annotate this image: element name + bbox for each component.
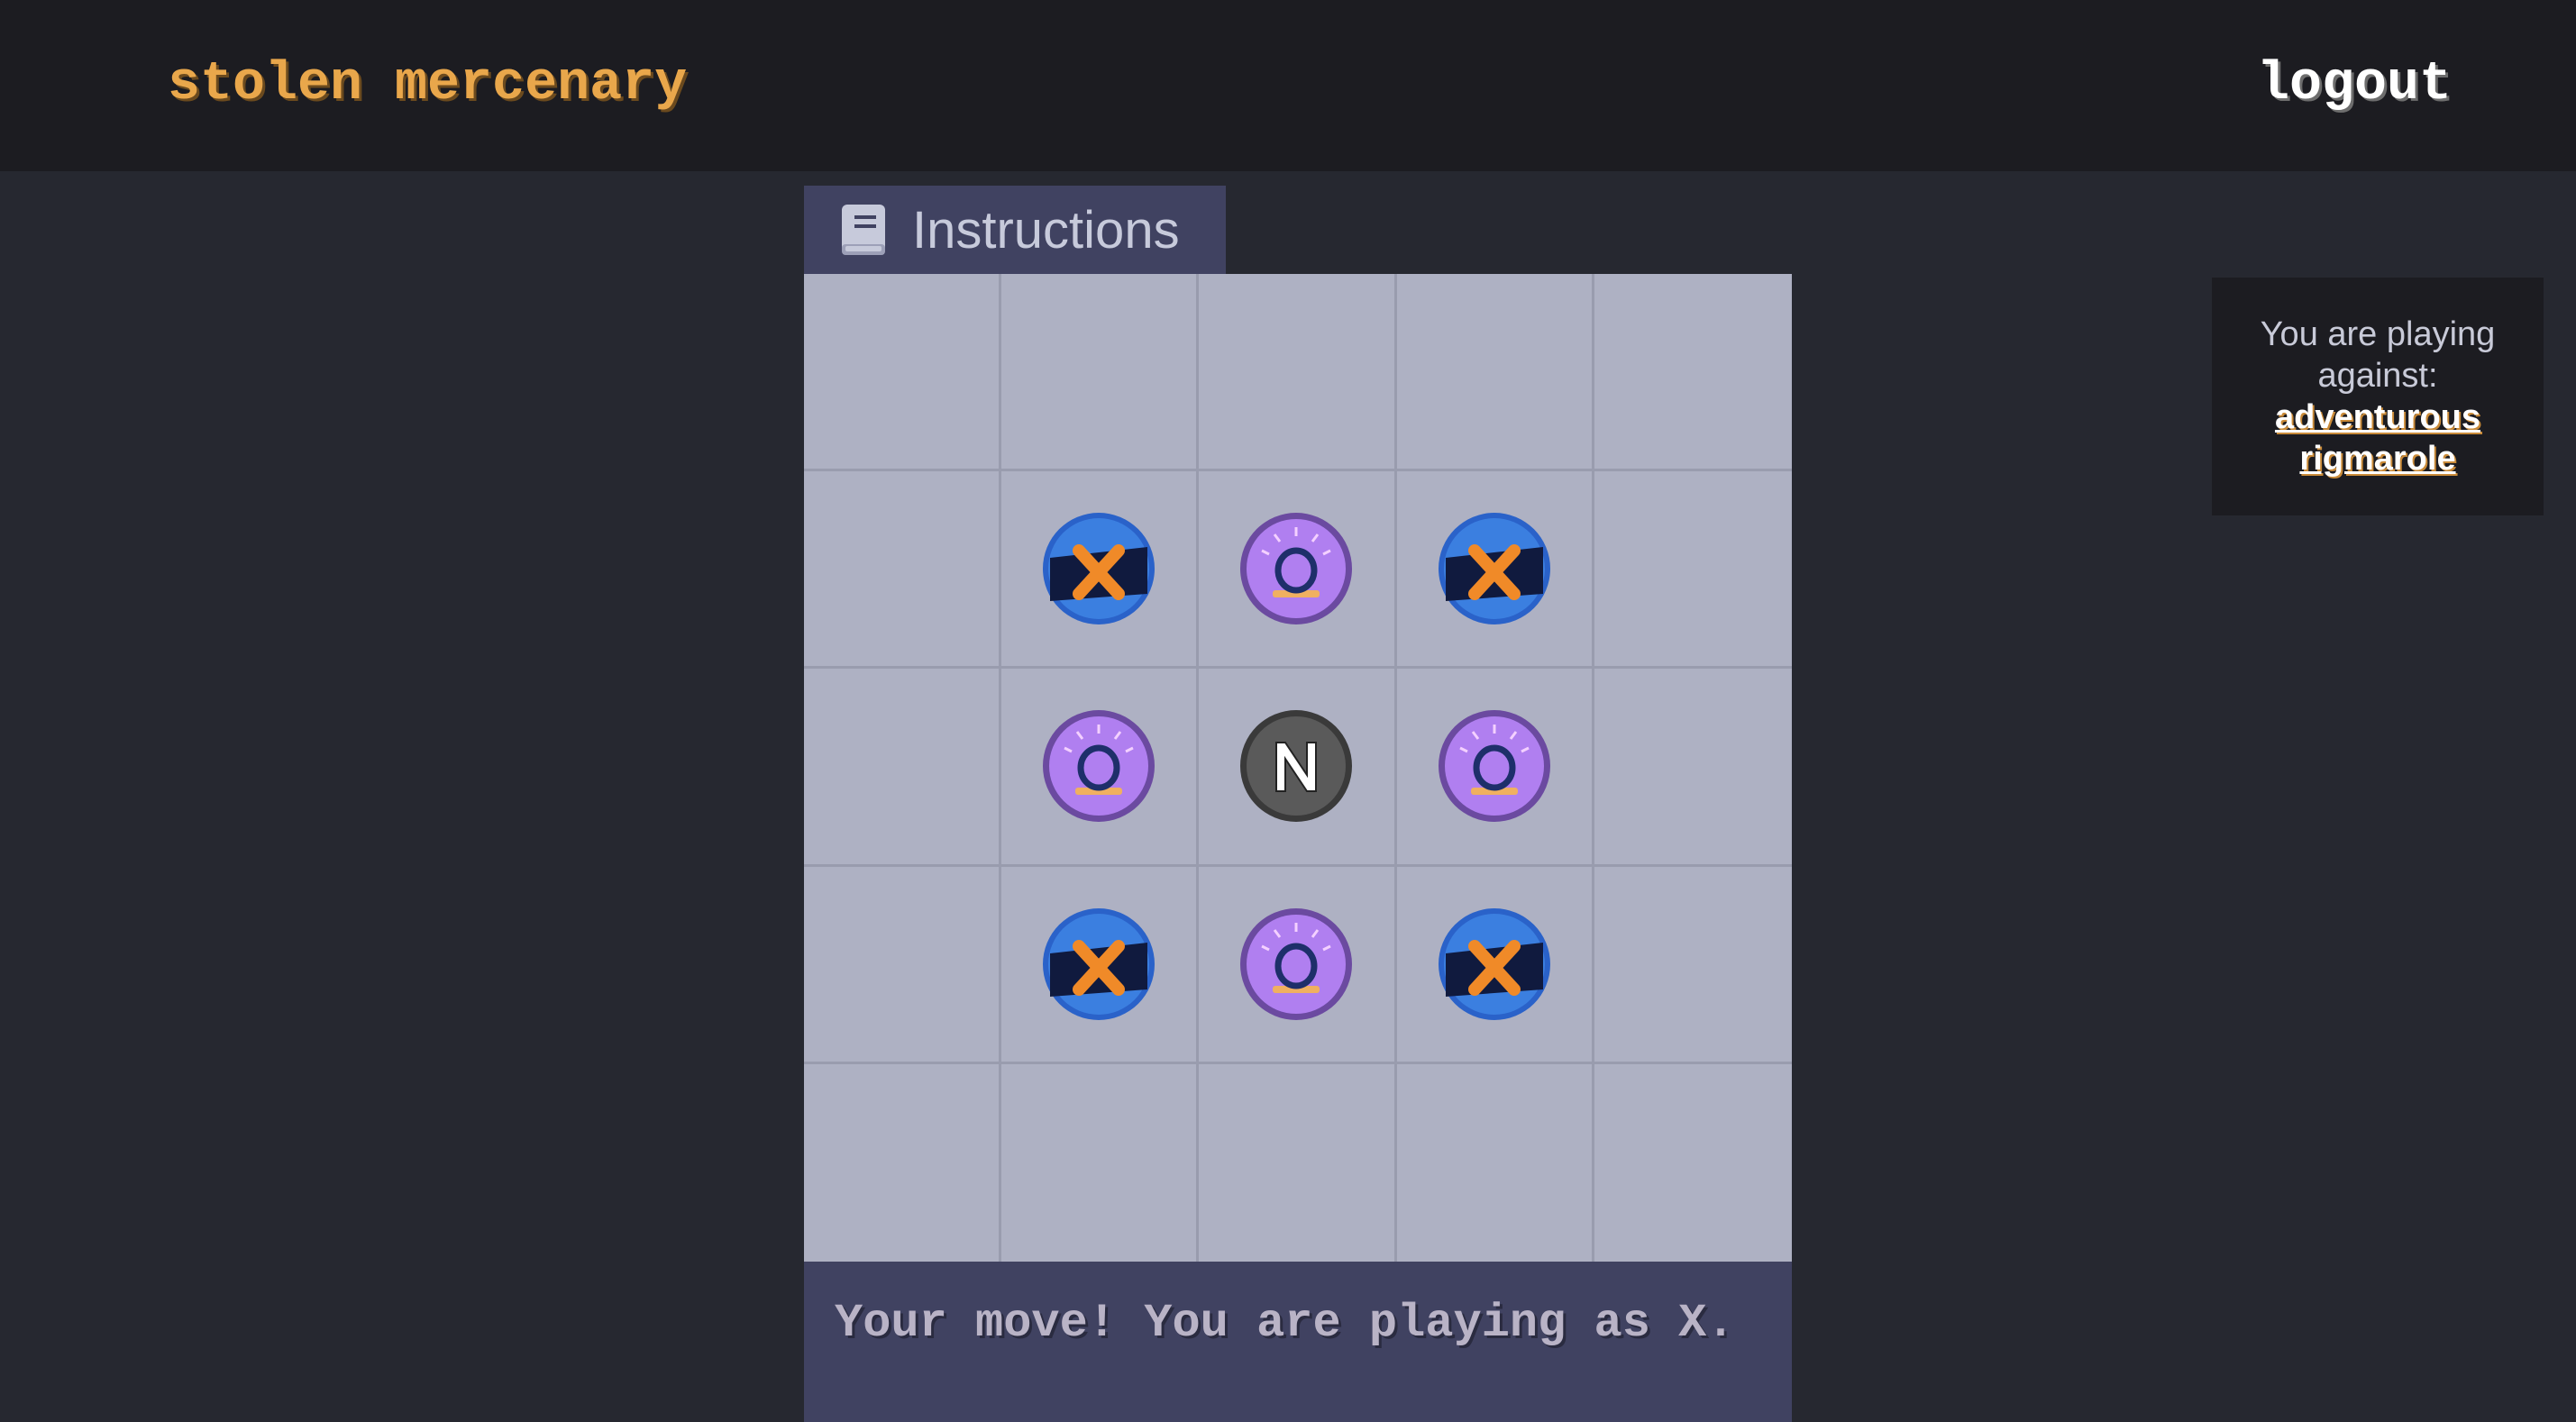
board-cell[interactable] <box>1396 274 1594 472</box>
board-cell[interactable] <box>1199 274 1397 472</box>
board-cell[interactable] <box>1594 1064 1792 1262</box>
board-cell[interactable] <box>804 274 1002 472</box>
board-cell[interactable] <box>804 471 1002 670</box>
x-bottlecap-icon <box>1043 513 1156 625</box>
board-cell[interactable] <box>1001 669 1200 867</box>
x-bottlecap-icon <box>1043 907 1156 1020</box>
logout-link[interactable]: logout <box>2257 54 2452 115</box>
game-board <box>804 274 1792 1262</box>
board-cell[interactable] <box>1594 669 1792 867</box>
opponent-label: You are playing against: <box>2260 315 2496 395</box>
board-cell[interactable] <box>1594 471 1792 670</box>
board-cell[interactable] <box>1199 471 1397 670</box>
board-cell[interactable] <box>1396 866 1594 1064</box>
o-bottlecap-icon <box>1043 710 1156 823</box>
board-cell[interactable] <box>1001 274 1200 472</box>
board-cell[interactable] <box>1001 1063 1200 1262</box>
book-icon <box>842 205 885 255</box>
board-cell[interactable] <box>1199 1063 1397 1262</box>
o-bottlecap-icon <box>1438 710 1550 823</box>
o-bottlecap-icon <box>1240 907 1353 1020</box>
top-bar: stolen mercenary logout <box>0 0 2576 171</box>
board-cell[interactable] <box>804 866 1002 1064</box>
board-cell[interactable] <box>804 669 1002 867</box>
board-cell[interactable] <box>1397 1063 1594 1262</box>
status-message: Your move! You are playing as X. <box>804 1262 1792 1422</box>
x-bottlecap-icon <box>1438 907 1550 1020</box>
instructions-label: Instructions <box>912 200 1180 260</box>
o-bottlecap-icon <box>1240 513 1353 625</box>
opponent-panel: You are playing against: adventurous rig… <box>2212 278 2544 515</box>
opponent-name-link[interactable]: adventurous rigmarole <box>2261 397 2495 479</box>
x-bottlecap-icon <box>1438 513 1550 625</box>
board-cell[interactable] <box>1594 867 1792 1064</box>
board-cell[interactable] <box>1396 471 1594 670</box>
brand-title[interactable]: stolen mercenary <box>168 54 687 115</box>
instructions-tab[interactable]: Instructions <box>804 186 1226 274</box>
board-cell[interactable] <box>1001 471 1200 670</box>
board-cell[interactable] <box>1199 669 1397 867</box>
board-cell[interactable] <box>1396 669 1594 867</box>
board-cell[interactable] <box>1594 274 1792 472</box>
board-cell[interactable] <box>1001 866 1200 1064</box>
n-bottlecap-icon <box>1240 710 1353 823</box>
board-cell[interactable] <box>1199 866 1397 1064</box>
board-cell[interactable] <box>804 1063 1002 1262</box>
